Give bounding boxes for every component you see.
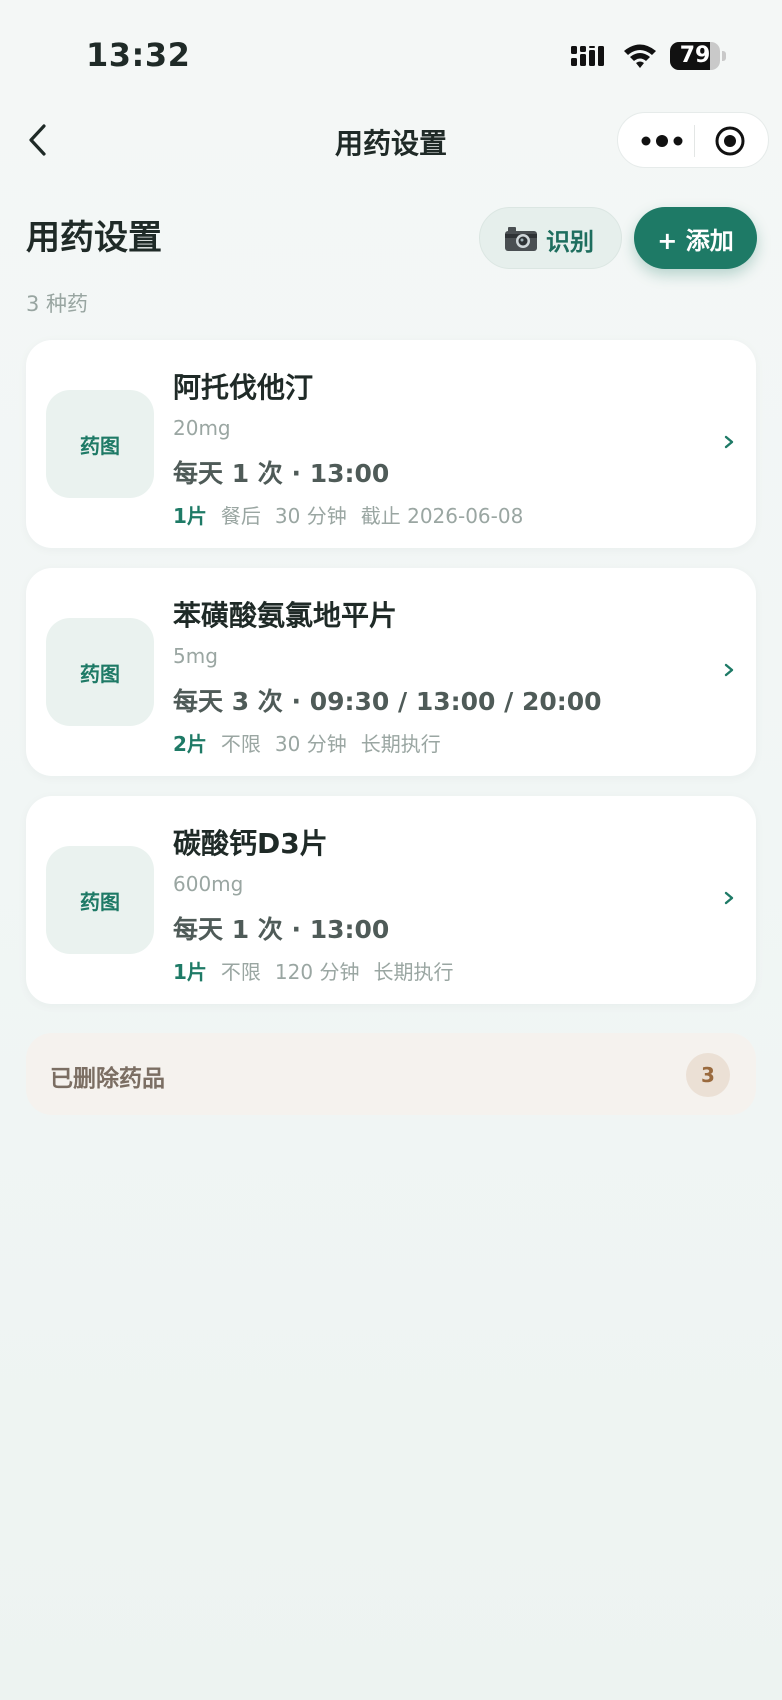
camera-icon [505, 227, 537, 251]
medication-quantity: 1片 [173, 960, 207, 984]
medication-timing: 不限 [220, 732, 261, 756]
deleted-medications-label: 已删除药品 [50, 1066, 165, 1092]
medication-quantity: 2片 [173, 732, 207, 756]
medication-meta: 1片 不限 120 分钟 长期执行 [173, 956, 453, 985]
recognize-label: 识别 [546, 228, 594, 256]
medication-name: 阿托伐他汀 [173, 371, 314, 404]
thumbnail-label: 药图 [80, 890, 120, 914]
close-target-icon[interactable] [714, 125, 746, 157]
battery-icon: 79 [670, 42, 726, 70]
mini-program-capsule [617, 112, 769, 168]
battery-level: 79 [679, 43, 711, 68]
medication-thumbnail: 药图 [46, 618, 154, 726]
nav-bar: 用药设置 [0, 110, 782, 170]
add-label: + 添加 [657, 227, 734, 255]
medication-name: 苯磺酸氨氯地平片 [173, 599, 398, 632]
deleted-count-badge: 3 [686, 1053, 730, 1097]
medication-thumbnail: 药图 [46, 846, 154, 954]
medication-duration: 截止 2026-06-08 [360, 504, 524, 528]
thumbnail-label: 药图 [80, 662, 120, 686]
medication-interval: 120 分钟 [274, 960, 360, 984]
medication-duration: 长期执行 [360, 732, 441, 756]
medication-interval: 30 分钟 [274, 504, 347, 528]
medication-meta: 2片 不限 30 分钟 长期执行 [173, 728, 441, 757]
medication-duration: 长期执行 [373, 960, 454, 984]
chevron-right-icon [724, 891, 734, 905]
medication-dose: 600mg [173, 872, 244, 896]
medication-interval: 30 分钟 [274, 732, 347, 756]
capsule-divider [694, 125, 695, 157]
medication-card[interactable]: 药图 阿托伐他汀 20mg 每天 1 次 · 13:00 1片 餐后 30 分钟 截止… [26, 340, 756, 548]
more-icon[interactable] [638, 127, 686, 155]
status-time: 13:32 [86, 36, 191, 74]
page-title: 用药设置 [26, 218, 162, 258]
medication-card[interactable]: 药图 苯磺酸氨氯地平片 5mg 每天 3 次 · 09:30 / 13:00 /… [26, 568, 756, 776]
medication-meta: 1片 餐后 30 分钟 截止 2026-06-08 [173, 500, 523, 529]
medication-dose: 20mg [173, 416, 231, 440]
medication-dose: 5mg [173, 644, 218, 668]
thumbnail-label: 药图 [80, 434, 120, 458]
medication-thumbnail: 药图 [46, 390, 154, 498]
chevron-right-icon [724, 435, 734, 449]
medication-timing: 不限 [220, 960, 261, 984]
chevron-right-icon [724, 663, 734, 677]
recognize-button[interactable]: 识别 [479, 207, 622, 269]
medication-schedule: 每天 1 次 · 13:00 [173, 915, 390, 944]
medication-timing: 餐后 [220, 504, 261, 528]
medication-count: 3 种药 [26, 292, 89, 316]
add-medication-button[interactable]: + 添加 [634, 207, 757, 269]
medication-name: 碳酸钙D3片 [173, 827, 328, 860]
wifi-icon [624, 44, 656, 68]
status-bar: 13:32 79 [0, 0, 782, 110]
medication-card[interactable]: 药图 碳酸钙D3片 600mg 每天 1 次 · 13:00 1片 不限 120 分… [26, 796, 756, 1004]
deleted-medications-row[interactable]: 已删除药品 3 [26, 1033, 756, 1115]
medication-schedule: 每天 3 次 · 09:30 / 13:00 / 20:00 [173, 687, 602, 716]
medication-schedule: 每天 1 次 · 13:00 [173, 459, 390, 488]
cellular-signal-icon [571, 46, 604, 66]
medication-quantity: 1片 [173, 504, 207, 528]
